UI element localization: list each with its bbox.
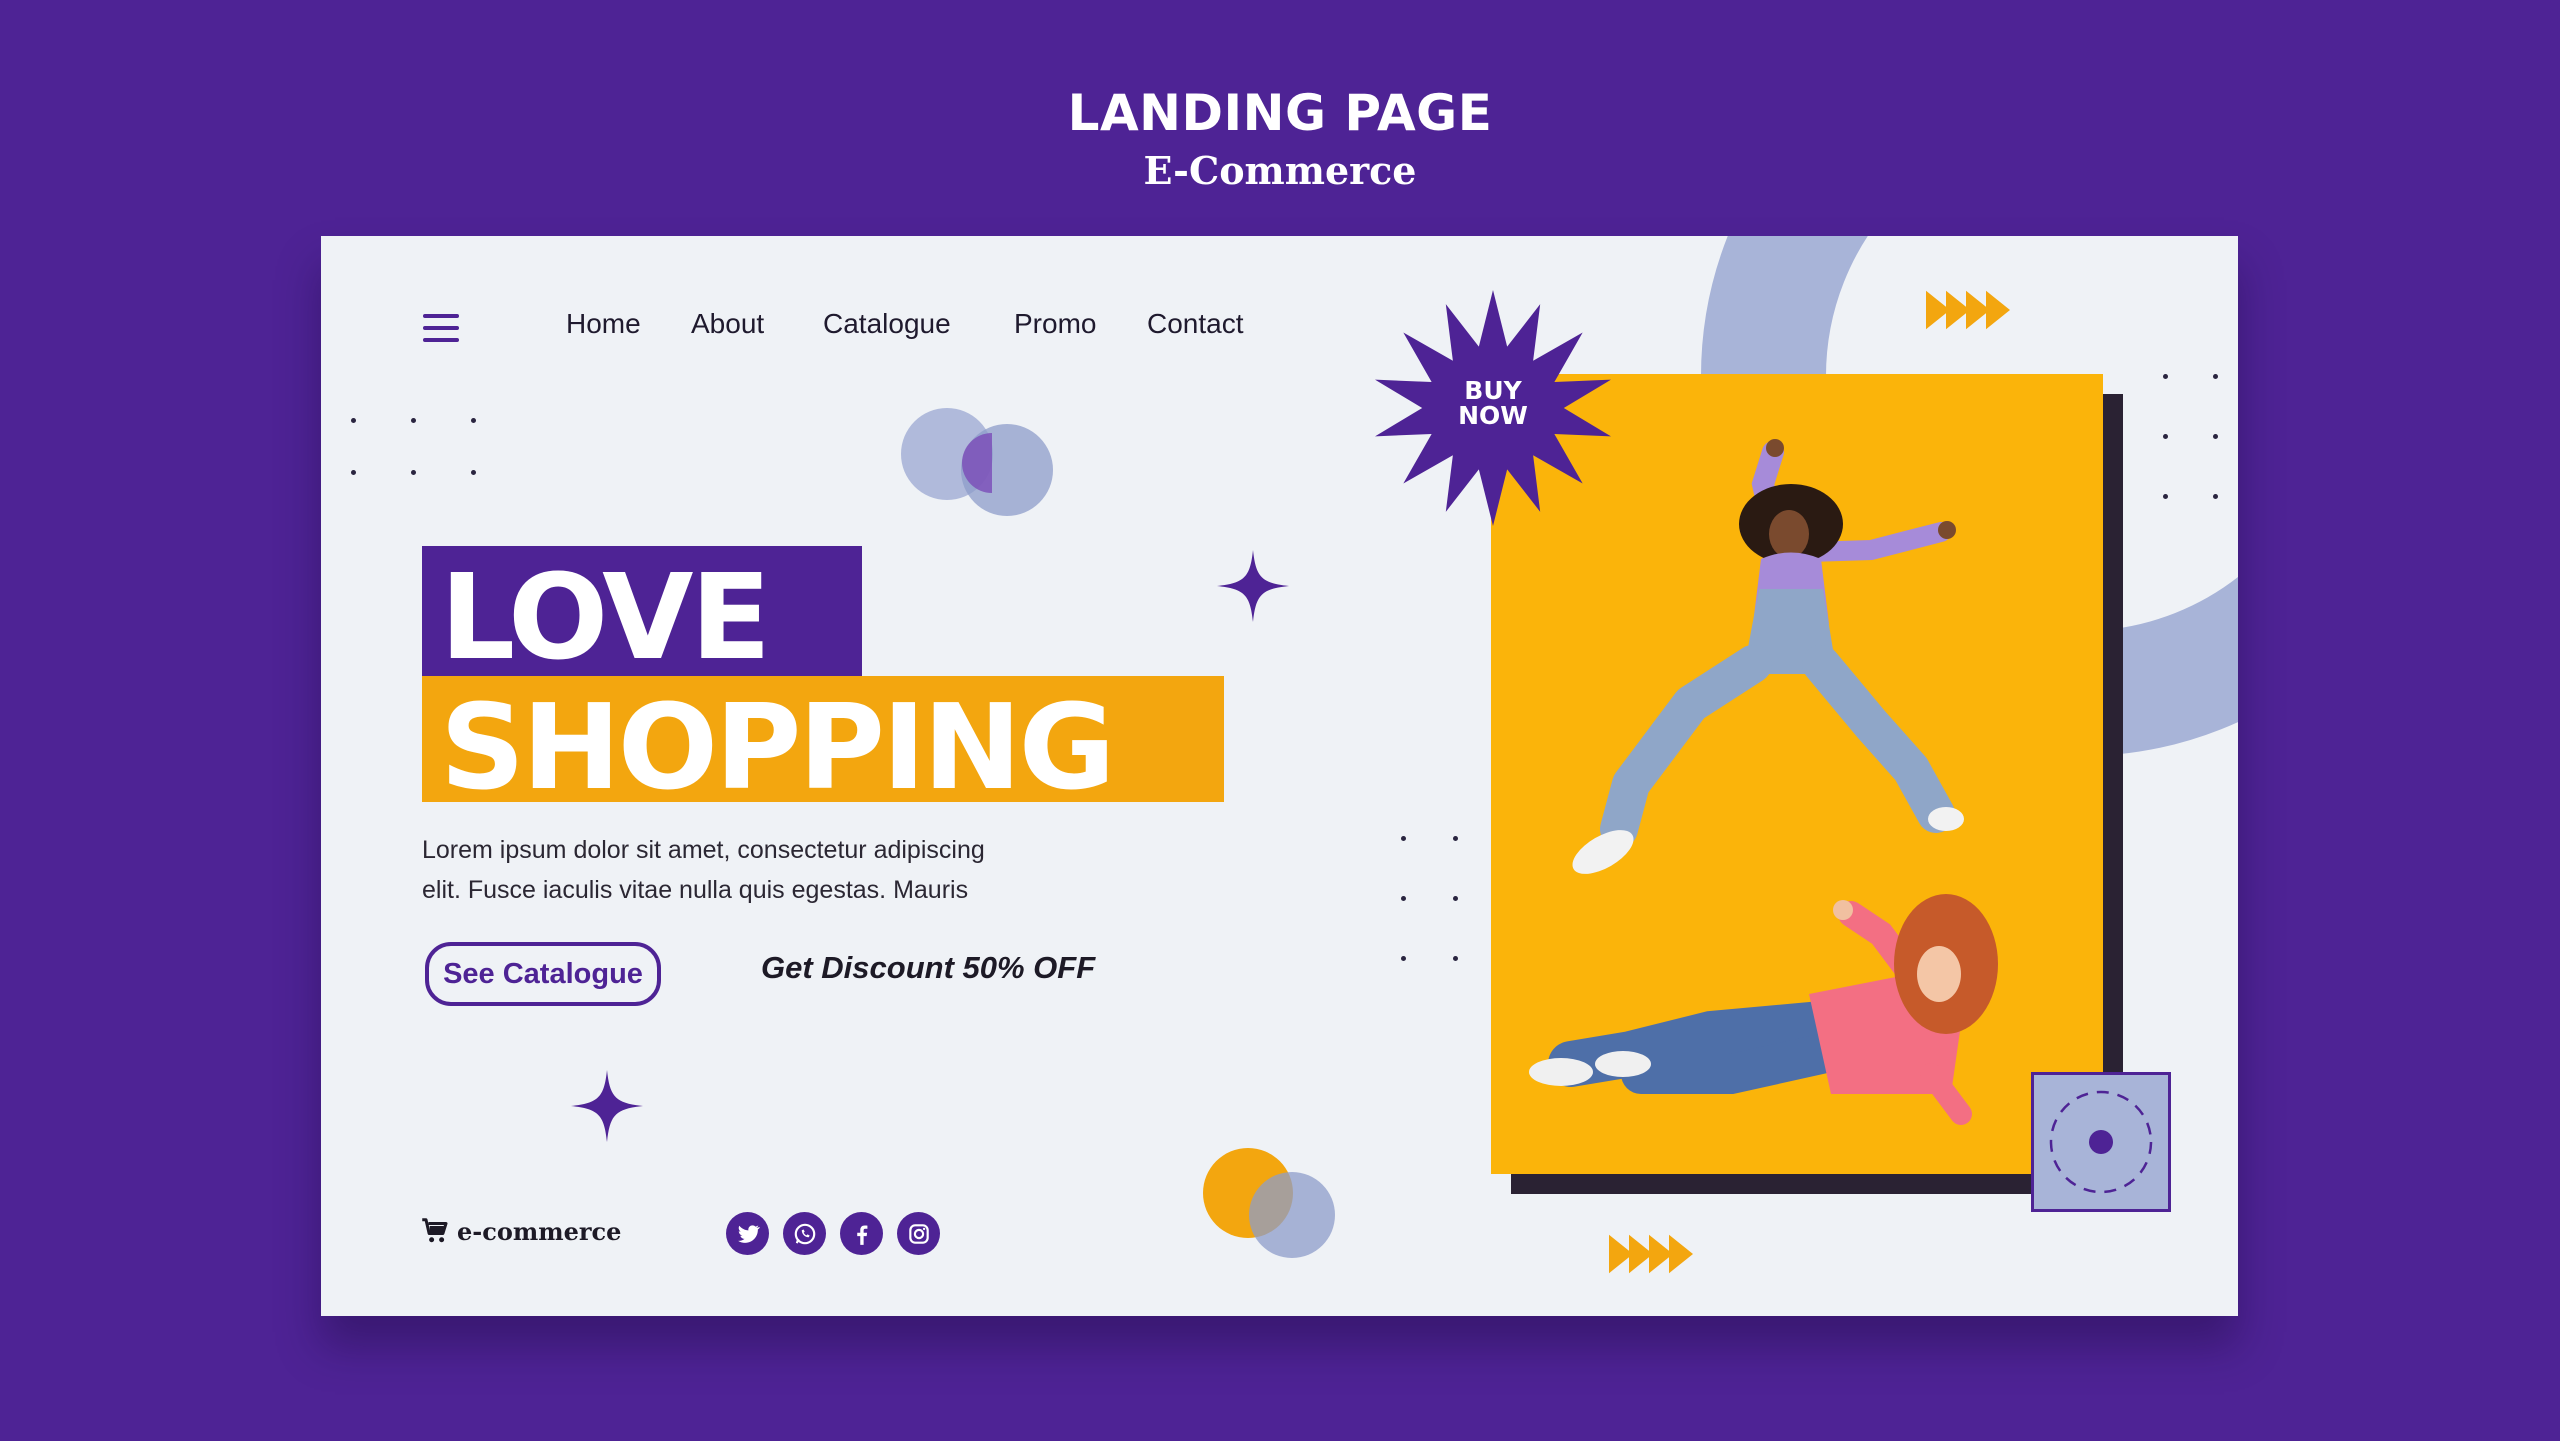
see-catalogue-button[interactable]: See Catalogue [425, 942, 661, 1006]
nav-contact[interactable]: Contact [1147, 308, 1244, 340]
whatsapp-icon [794, 1223, 815, 1244]
target-icon [2049, 1090, 2153, 1194]
nav-home[interactable]: Home [566, 308, 641, 340]
buy-now-label[interactable]: BUY NOW [1375, 378, 1611, 428]
arrows-top [1926, 290, 2010, 330]
jumping-woman [1572, 439, 1964, 874]
hero-description: Lorem ipsum dolor sit amet, consectetur … [422, 830, 1122, 910]
hero-line1: LOVE [440, 548, 771, 686]
badge-line: BUY [1464, 376, 1522, 405]
chevron-right-icon [1669, 1234, 1693, 1274]
twitter-link[interactable] [726, 1212, 769, 1255]
facebook-icon [856, 1225, 867, 1245]
sparkle-icon [571, 1070, 643, 1142]
nav-promo[interactable]: Promo [1014, 308, 1096, 340]
brand-logo[interactable]: e-commerce [421, 1216, 621, 1246]
nav-catalogue[interactable]: Catalogue [823, 308, 951, 340]
instagram-link[interactable] [897, 1212, 940, 1255]
whatsapp-link[interactable] [783, 1212, 826, 1255]
badge-line: NOW [1458, 401, 1528, 430]
chevron-right-icon [1986, 290, 2010, 330]
discount-text: Get Discount 50% OFF [761, 950, 1096, 985]
hamburger-icon[interactable] [423, 314, 459, 342]
description-line: Lorem ipsum dolor sit amet, consectetur … [422, 836, 985, 864]
description-line: elit. Fusce iaculis vitae nulla quis ege… [422, 876, 969, 904]
sparkle-icon [1217, 550, 1289, 622]
nav-about[interactable]: About [691, 308, 764, 340]
brand-name: e-commerce [457, 1216, 622, 1246]
page-title: LANDING PAGE [1067, 84, 1493, 142]
hero-line2: SHOPPING [440, 678, 1116, 816]
hero-love-block: LOVE [422, 546, 862, 686]
page-subtitle: E-Commerce [1143, 148, 1417, 193]
decor-circle-blue [1249, 1172, 1335, 1258]
cart-icon [422, 1218, 448, 1243]
social-links [726, 1212, 940, 1255]
twitter-icon [737, 1224, 760, 1243]
hero-shopping-block: SHOPPING [422, 676, 1224, 816]
arrows-bottom [1609, 1234, 1693, 1274]
instagram-icon [908, 1223, 929, 1244]
reclining-woman [1529, 894, 1998, 1125]
facebook-link[interactable] [840, 1212, 883, 1255]
target-decor-box [2031, 1072, 2171, 1212]
landing-card: Home About Catalogue Promo Contact LOVE … [321, 236, 2238, 1316]
